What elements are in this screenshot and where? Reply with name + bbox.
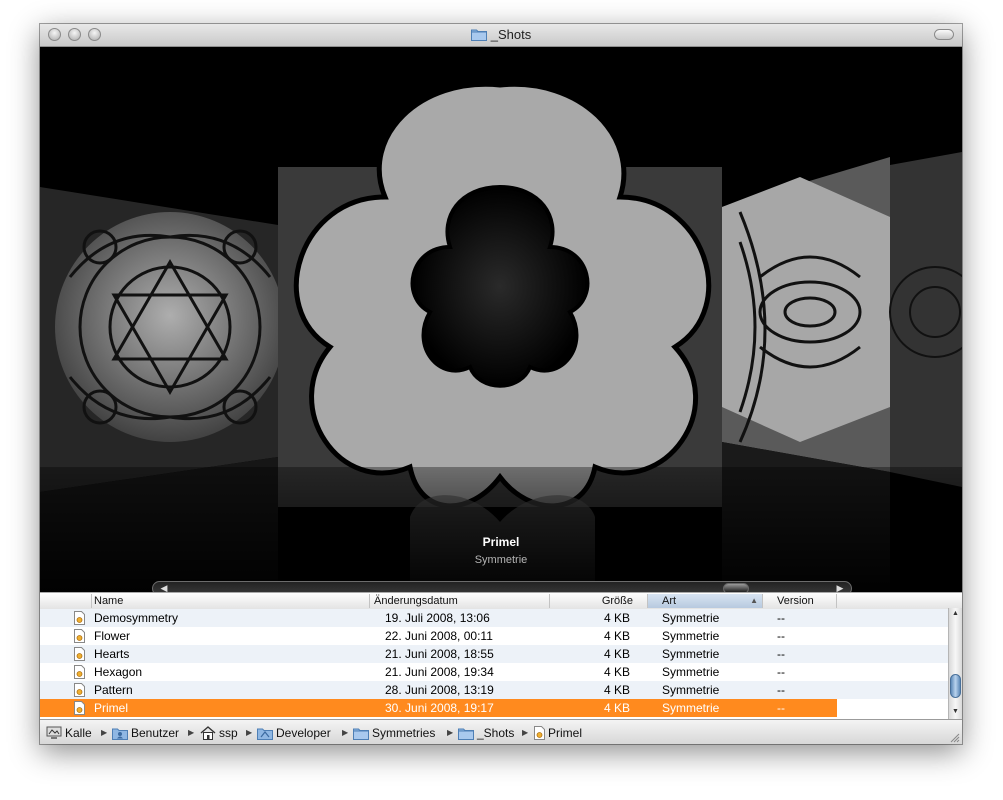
symmetry-document-icon: [74, 611, 85, 625]
path-separator-icon: ▶: [447, 728, 454, 737]
cell-kind: Symmetrie: [662, 611, 720, 625]
cell-name: Primel: [94, 701, 129, 715]
cell-size: 4 KB: [603, 629, 630, 643]
scroll-down-arrow-icon[interactable]: ▼: [949, 706, 962, 718]
home-icon: [200, 726, 216, 740]
table-row-selected[interactable]: Primel 30. Juni 2008, 19:17 4 KB Symmetr…: [40, 699, 837, 717]
list-vertical-scrollbar[interactable]: ▲ ▼: [948, 608, 962, 719]
path-item-computer[interactable]: Kalle: [46, 725, 92, 741]
path-item-label: Developer: [276, 726, 331, 740]
table-row[interactable]: Flower 22. Juni 2008, 00:11 4 KB Symmetr…: [40, 627, 948, 645]
toolbar-toggle-button[interactable]: [934, 29, 954, 40]
cell-kind: Symmetrie: [662, 629, 720, 643]
scroll-left-arrow-icon[interactable]: ◀: [155, 582, 173, 592]
column-header-date[interactable]: Änderungsdatum: [370, 594, 550, 608]
cell-date: 22. Juni 2008, 00:11: [385, 629, 493, 643]
cell-name: Demosymmetry: [94, 611, 179, 625]
path-item-label: Kalle: [65, 726, 92, 740]
cell-version: --: [777, 611, 785, 625]
cell-kind: Symmetrie: [662, 665, 720, 679]
column-header-kind-label: Art: [662, 595, 677, 607]
cover-flow-item-subtitle: Symmetrie: [474, 554, 528, 566]
finder-window: _Shots Primel Symmetrie ◀ ▶ Name Änderun…: [40, 24, 962, 744]
path-item-symmetries[interactable]: Symmetries: [353, 725, 435, 741]
cell-size: 4 KB: [603, 665, 630, 679]
symmetry-document-icon: [74, 629, 85, 643]
path-item-ssp[interactable]: ssp: [200, 725, 238, 741]
column-header-size[interactable]: Größe: [550, 594, 648, 608]
cell-name: Hearts: [94, 647, 130, 661]
cover-flow-scroll-thumb[interactable]: [723, 583, 749, 592]
path-separator-icon: ▶: [246, 728, 253, 737]
table-row[interactable]: Pattern 28. Juni 2008, 13:19 4 KB Symmet…: [40, 681, 948, 699]
column-header-kind[interactable]: Art ▲: [648, 594, 763, 608]
cell-version: --: [777, 683, 785, 697]
header-spacer: [40, 594, 92, 608]
window-title: _Shots: [40, 27, 962, 44]
column-header-version[interactable]: Version: [763, 594, 837, 608]
path-separator-icon: ▶: [342, 728, 349, 737]
cell-name: Pattern: [94, 683, 133, 697]
cell-version: --: [777, 647, 785, 661]
folder-icon: [470, 28, 487, 44]
symmetry-document-icon: [74, 647, 85, 661]
cell-date: 28. Juni 2008, 13:19: [385, 683, 494, 697]
folder-icon: [353, 728, 369, 740]
cell-name: Flower: [94, 629, 131, 643]
scroll-up-arrow-icon[interactable]: ▲: [949, 608, 962, 620]
column-header-name[interactable]: Name: [92, 594, 370, 608]
list-scroll-thumb[interactable]: [950, 674, 961, 698]
cell-version: --: [777, 629, 785, 643]
path-separator-icon: ▶: [522, 728, 529, 737]
sort-ascending-icon: ▲: [750, 596, 758, 605]
table-row[interactable]: Hearts 21. Juni 2008, 18:55 4 KB Symmetr…: [40, 645, 948, 663]
cover-flow-view[interactable]: Primel Symmetrie ◀ ▶: [40, 47, 962, 592]
cell-size: 4 KB: [603, 701, 630, 715]
cell-size: 4 KB: [603, 683, 630, 697]
scroll-right-arrow-icon[interactable]: ▶: [831, 582, 849, 592]
cell-version: --: [777, 701, 785, 715]
cell-kind: Symmetrie: [662, 683, 720, 697]
path-item-label: Primel: [548, 726, 583, 740]
developer-folder-icon: [257, 728, 273, 740]
symmetry-document-icon: [74, 701, 85, 715]
cell-date: 21. Juni 2008, 19:34: [385, 665, 494, 679]
cell-name: Hexagon: [94, 665, 143, 679]
path-item-benutzer[interactable]: Benutzer: [112, 725, 179, 741]
path-separator-icon: ▶: [188, 728, 195, 737]
cell-size: 4 KB: [603, 647, 630, 661]
cover-flow-item-title: Primel: [482, 535, 520, 549]
folder-icon: [458, 728, 474, 740]
table-row[interactable]: Demosymmetry 19. Juli 2008, 13:06 4 KB S…: [40, 609, 948, 627]
path-item-label: Symmetries: [372, 726, 436, 740]
computer-icon: [46, 726, 62, 739]
path-separator-icon: ▶: [101, 728, 108, 737]
cell-kind: Symmetrie: [662, 701, 720, 715]
title-bar[interactable]: _Shots: [40, 24, 962, 47]
path-bar: Kalle ▶ Benutzer ▶ ssp ▶ Developer ▶ Sym…: [40, 719, 962, 744]
path-item-label: Benutzer: [131, 726, 180, 740]
cover-flow-artwork: [40, 81, 962, 592]
symmetry-document-icon: [74, 683, 85, 697]
file-list[interactable]: Demosymmetry 19. Juli 2008, 13:06 4 KB S…: [40, 609, 948, 719]
path-item-primel[interactable]: Primel: [534, 725, 582, 741]
symmetry-document-icon: [534, 726, 545, 740]
path-item-label: ssp: [219, 726, 238, 740]
cell-size: 4 KB: [603, 611, 630, 625]
cover-flow-scrollbar[interactable]: ◀ ▶: [152, 581, 852, 592]
table-row[interactable]: Hexagon 21. Juni 2008, 19:34 4 KB Symmet…: [40, 663, 948, 681]
path-item-label: _Shots: [477, 726, 515, 740]
list-header: Name Änderungsdatum Größe Art ▲ Version: [40, 592, 962, 610]
cell-date: 21. Juni 2008, 18:55: [385, 647, 494, 661]
path-item-shots[interactable]: _Shots: [458, 725, 514, 741]
resize-grip-icon[interactable]: [950, 733, 960, 743]
window-title-text: _Shots: [490, 27, 532, 42]
cell-kind: Symmetrie: [662, 647, 720, 661]
cell-version: --: [777, 665, 785, 679]
cell-date: 19. Juli 2008, 13:06: [385, 611, 490, 625]
path-item-developer[interactable]: Developer: [257, 725, 331, 741]
users-folder-icon: [112, 728, 128, 740]
cell-date: 30. Juni 2008, 19:17: [385, 701, 494, 715]
symmetry-document-icon: [74, 665, 85, 679]
